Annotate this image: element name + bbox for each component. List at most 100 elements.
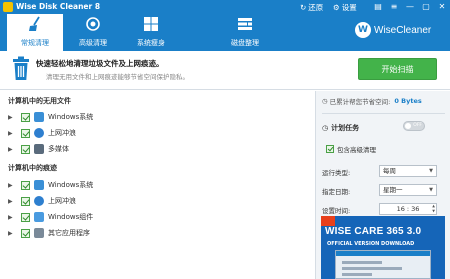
item-label: Windows系统 (48, 113, 94, 121)
tab-label: 高级清理 (79, 39, 107, 47)
list-item[interactable]: ▶ 上网冲浪 (8, 195, 76, 207)
globe-icon (34, 128, 44, 138)
banner-headline: 快速轻松地清理垃圾文件及上网痕迹。 (36, 59, 164, 68)
checkbox[interactable] (21, 112, 30, 122)
deep-scan-icon (86, 17, 100, 31)
screenshot-line (342, 273, 372, 276)
list-item[interactable]: ▶ 多媒体 (8, 143, 69, 155)
advanced-label: 包含高级清理 (337, 146, 376, 154)
minimize-button[interactable]: — (404, 1, 416, 12)
item-label: Windows组件 (48, 213, 94, 221)
item-label: 上网冲浪 (48, 197, 76, 205)
multimedia-icon (34, 144, 44, 154)
time-input[interactable]: 16 : 36 ▲ ▼ (379, 203, 437, 215)
checkbox[interactable] (21, 128, 30, 138)
restore-button[interactable]: ↻ 还原 (300, 2, 323, 13)
saved-value: 0 Bytes (394, 97, 422, 105)
settings-button[interactable]: ⚙ 设置 (333, 2, 357, 13)
new-badge-icon (321, 216, 335, 226)
time-value: 16 : 36 (396, 205, 420, 213)
tab-label: 常规清理 (21, 39, 49, 47)
main-toolbar: 常规清理 高级清理 系统瘦身 磁盘整理 W WiseCleaner (0, 14, 450, 51)
item-label: Windows系统 (48, 181, 94, 189)
windows-icon (144, 17, 158, 31)
toggle-text: OFF (413, 123, 422, 128)
promo-title: WISE CARE 365 3.0 (325, 226, 422, 237)
banner-subline: 清理无用文件和上网痕迹能够节省空间保护隐私。 (46, 73, 189, 81)
promo-subtitle: OFFICIAL VERSION DOWNLOAD (327, 241, 415, 247)
wisecleaner-logo-icon: W (355, 22, 371, 38)
restore-icon: ↻ (300, 3, 307, 12)
expand-arrow-icon[interactable]: ▶ (8, 114, 16, 121)
expand-arrow-icon[interactable]: ▶ (8, 182, 16, 189)
schedule-label: 计划任务 (331, 124, 360, 132)
schedule-header: ◷ 计划任务 (322, 123, 359, 133)
maximize-button[interactable]: ▢ (420, 1, 432, 12)
list-item[interactable]: ▶ 其它应用程序 (8, 227, 90, 239)
checkbox[interactable] (21, 144, 30, 154)
item-label: 其它应用程序 (48, 229, 90, 237)
brand: W WiseCleaner (355, 22, 431, 38)
checkbox[interactable] (21, 196, 30, 206)
tab-common-clean[interactable]: 常规清理 (7, 14, 63, 51)
checkbox[interactable] (21, 180, 30, 190)
section-title-junk: 计算机中的无用文件 (8, 97, 71, 105)
header-banner: 快速轻松地清理垃圾文件及上网痕迹。 清理无用文件和上网痕迹能够节省空间保护隐私。… (0, 51, 450, 90)
menu-icon[interactable]: ≡ (388, 1, 400, 12)
app-logo-icon (3, 2, 13, 12)
broom-icon (29, 16, 40, 31)
item-label: 上网冲浪 (48, 129, 76, 137)
promo-banner[interactable]: WISE CARE 365 3.0 OFFICIAL VERSION DOWNL… (321, 216, 445, 279)
run-type-value: 每周 (383, 167, 396, 175)
expand-arrow-icon[interactable]: ▶ (8, 230, 16, 237)
list-item[interactable]: ▶ 上网冲浪 (8, 127, 76, 139)
tab-label: 系统瘦身 (137, 39, 165, 47)
checkbox[interactable] (21, 212, 30, 222)
list-item[interactable]: ▶ Windows系统 (8, 111, 93, 123)
schedule-toggle[interactable]: OFF (403, 121, 425, 131)
time-label: 设置时间: (322, 207, 351, 215)
product-screenshot-image (335, 250, 431, 279)
day-value: 星期一 (383, 186, 403, 194)
gear-icon: ⚙ (333, 3, 340, 12)
expand-arrow-icon[interactable]: ▶ (8, 130, 16, 137)
screenshot-titlebar (336, 251, 430, 256)
list-item[interactable]: ▶ Windows组件 (8, 211, 93, 223)
list-item[interactable]: ▶ Windows系统 (8, 179, 93, 191)
expand-arrow-icon[interactable]: ▶ (8, 146, 16, 153)
advanced-clean-option[interactable]: 包含高级清理 (326, 144, 376, 154)
checkbox[interactable] (21, 228, 30, 238)
close-button[interactable]: ✕ (436, 1, 448, 12)
trash-icon (13, 56, 29, 80)
windows-icon (34, 180, 44, 190)
saved-label: 已累计帮您节省空间: (329, 98, 391, 106)
tab-defrag[interactable]: 磁盘整理 (217, 14, 273, 51)
skin-icon[interactable]: ▤ (372, 1, 384, 12)
day-label: 指定日期: (322, 188, 351, 196)
run-type-label: 运行类型: (322, 169, 351, 177)
screenshot-line (342, 267, 402, 270)
expand-arrow-icon[interactable]: ▶ (8, 198, 16, 205)
clean-items-pane: 计算机中的无用文件 ▶ Windows系统 ▶ 上网冲浪 ▶ 多媒体 计算机中的… (0, 91, 315, 279)
brand-name: WiseCleaner (374, 24, 432, 36)
clock-icon: ◷ (322, 97, 328, 105)
checkbox[interactable] (326, 145, 334, 153)
chevron-down-icon: ▼ (429, 187, 433, 193)
item-label: 多媒体 (48, 145, 69, 153)
day-select[interactable]: 星期一 ▼ (379, 184, 437, 196)
spinner-icon[interactable]: ▲ ▼ (432, 204, 435, 214)
apps-icon (34, 228, 44, 238)
windows-icon (34, 112, 44, 122)
windows-components-icon (34, 212, 44, 222)
start-scan-button[interactable]: 开始扫描 (358, 58, 437, 80)
title-bar: Wise Disk Cleaner 8 ↻ 还原 ⚙ 设置 ▤ ≡ — ▢ ✕ (0, 0, 450, 14)
tab-system-slim[interactable]: 系统瘦身 (123, 14, 179, 51)
defrag-icon (238, 18, 252, 30)
tab-deep-clean[interactable]: 高级清理 (65, 14, 121, 51)
run-type-select[interactable]: 每周 ▼ (379, 165, 437, 177)
toggle-knob (405, 123, 411, 129)
expand-arrow-icon[interactable]: ▶ (8, 214, 16, 221)
divider (322, 113, 445, 114)
space-saved-info: ◷ 已累计帮您节省空间: 0 Bytes (322, 96, 422, 106)
window-title: Wise Disk Cleaner 8 (16, 2, 101, 11)
